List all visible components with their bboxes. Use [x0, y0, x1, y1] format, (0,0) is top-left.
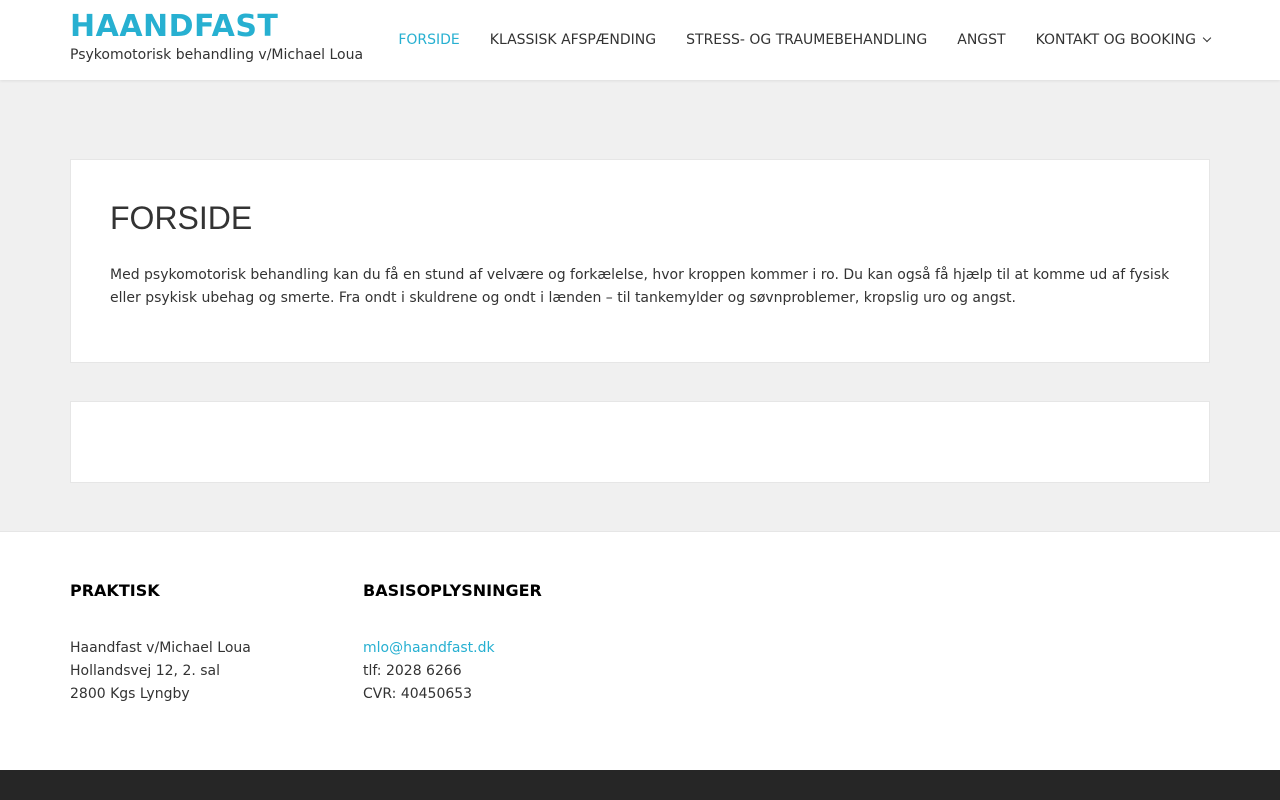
widget-basisoplysninger: BASISOPLYSNINGER mlo@haandfast.dk tlf: 2… — [363, 580, 542, 706]
address-city: 2800 Kgs Lyngby — [70, 686, 190, 702]
main-navigation: FORSIDE KLASSISK AFSPÆNDING STRESS- OG T… — [398, 0, 1212, 80]
cvr-text: CVR: 40450653 — [363, 686, 473, 702]
nav-item-klassisk-afspaending[interactable]: KLASSISK AFSPÆNDING — [490, 32, 656, 48]
widget-praktisk: PRAKTISK Haandfast v/Michael Loua Hollan… — [70, 580, 251, 706]
nav-item-angst[interactable]: ANGST — [957, 32, 1005, 48]
nav-item-kontakt-og-booking[interactable]: KONTAKT OG BOOKING — [1035, 32, 1212, 48]
page-title: FORSIDE — [110, 200, 253, 236]
content-card: FORSIDE Med psykomotorisk behandling kan… — [70, 159, 1210, 363]
nav-item-forside[interactable]: FORSIDE — [398, 32, 459, 48]
nav-item-stress-og-traumebehandling[interactable]: STRESS- OG TRAUMEBEHANDLING — [686, 32, 927, 48]
address-street: Hollandsvej 12, 2. sal — [70, 663, 221, 679]
nav-item-label: KONTAKT OG BOOKING — [1035, 32, 1196, 48]
brand: HAANDFAST Psykomotorisk behandling v/Mic… — [70, 8, 363, 63]
site-header: HAANDFAST Psykomotorisk behandling v/Mic… — [0, 0, 1280, 80]
footer-widgets: PRAKTISK Haandfast v/Michael Loua Hollan… — [0, 531, 1280, 770]
site-title-link[interactable]: HAANDFAST — [70, 8, 363, 46]
footer-bottom-bar — [0, 770, 1280, 800]
contact-block: mlo@haandfast.dk tlf: 2028 6266 CVR: 404… — [363, 637, 542, 706]
site-tagline: Psykomotorisk behandling v/Michael Loua — [70, 47, 364, 63]
empty-content-card — [70, 401, 1210, 483]
address-block: Haandfast v/Michael Loua Hollandsvej 12,… — [70, 637, 251, 706]
intro-text: Med psykomotorisk behandling kan du få e… — [110, 267, 1170, 306]
phone-text: tlf: 2028 6266 — [363, 663, 462, 679]
widget-title-basisoplysninger: BASISOPLYSNINGER — [363, 581, 542, 600]
chevron-down-icon — [1202, 33, 1212, 43]
email-link[interactable]: mlo@haandfast.dk — [363, 637, 542, 660]
address-name: Haandfast v/Michael Loua — [70, 640, 251, 656]
widget-title-praktisk: PRAKTISK — [70, 581, 160, 600]
